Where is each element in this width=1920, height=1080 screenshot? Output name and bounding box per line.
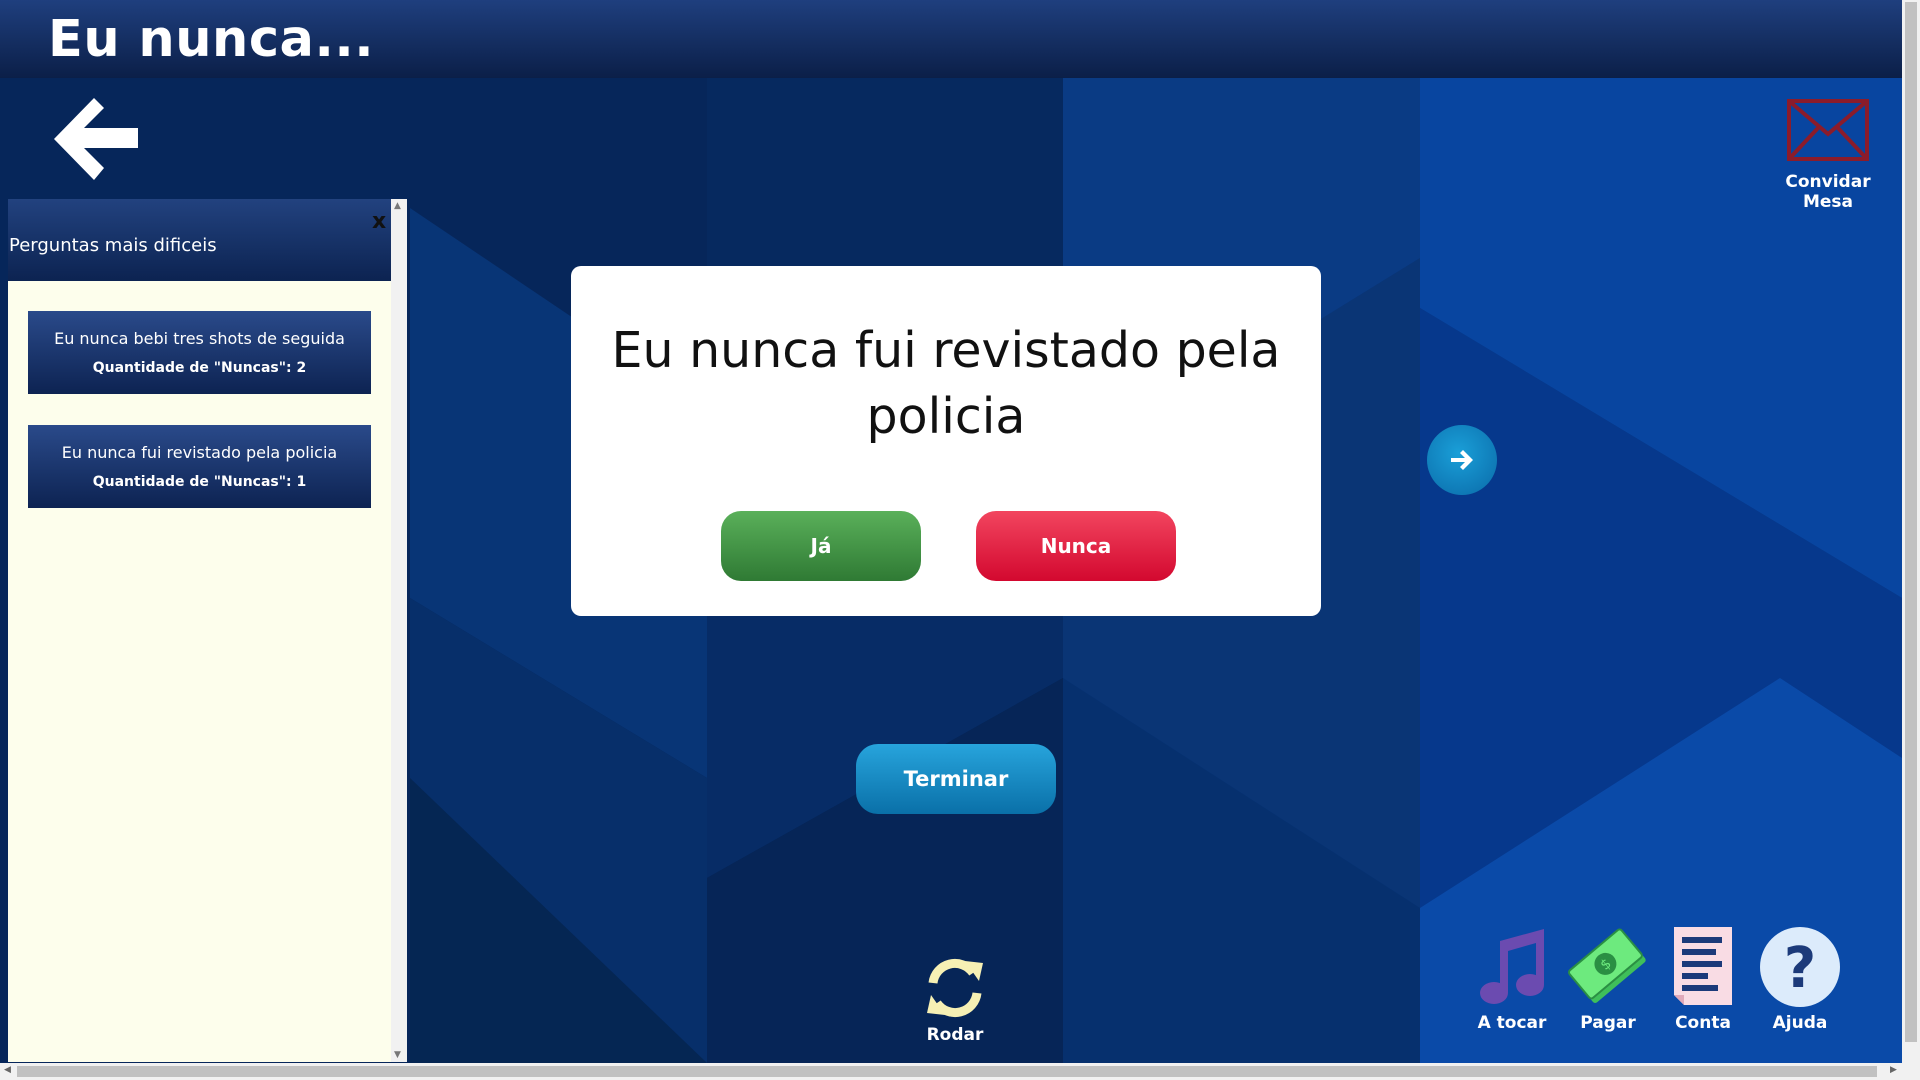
now-playing-button[interactable]: A tocar [1464, 925, 1560, 1033]
panel-scrollbar[interactable]: ▲ ▼ [391, 199, 407, 1062]
never-button[interactable]: Nunca [976, 511, 1176, 581]
app-header: Eu nunca... [0, 0, 1902, 78]
money-icon: $ [1568, 928, 1646, 1003]
spin-label: Rodar [926, 1025, 984, 1045]
invite-label: Convidar Mesa [1785, 172, 1871, 212]
next-button[interactable] [1427, 425, 1497, 495]
music-note-icon [1480, 929, 1544, 1004]
app-title: Eu nunca... [48, 10, 375, 69]
pay-label: Pagar [1580, 1013, 1636, 1033]
scroll-right-icon[interactable]: ▶ [1890, 1065, 1897, 1075]
page-vertical-scrollbar[interactable] [1902, 0, 1920, 1063]
close-icon[interactable]: x [372, 209, 386, 234]
bill-label: Conta [1675, 1013, 1731, 1033]
scroll-down-icon[interactable]: ▼ [394, 1050, 401, 1060]
arrow-left-icon [54, 98, 138, 180]
scrollbar-thumb[interactable] [17, 1066, 1877, 1077]
pay-button[interactable]: $ Pagar [1560, 925, 1656, 1033]
bill-button[interactable]: Conta [1655, 925, 1751, 1033]
svg-text:?: ? [1784, 936, 1816, 1001]
question-text: Eu nunca fui revistado pela policia [611, 322, 1281, 445]
card-count: Quantidade de "Nuncas": 1 [92, 474, 307, 490]
panel-header: Perguntas mais dificeis x [8, 199, 391, 281]
help-label: Ajuda [1772, 1013, 1828, 1033]
card-question: Eu nunca fui revistado pela policia [61, 443, 338, 462]
card-count: Quantidade de "Nuncas": 2 [92, 360, 307, 376]
scrollbar-thumb[interactable] [1905, 2, 1917, 1042]
now-playing-label: A tocar [1477, 1013, 1547, 1033]
question-icon: ? [1760, 927, 1840, 1007]
envelope-icon [1787, 99, 1869, 161]
panel-title: Perguntas mais dificeis [9, 235, 217, 256]
question-card[interactable]: Eu nunca fui revistado pela policia Quan… [28, 425, 371, 508]
question-modal: Eu nunca fui revistado pela policia Já N… [571, 266, 1321, 616]
help-button[interactable]: ? Ajuda [1752, 925, 1848, 1033]
page-horizontal-scrollbar[interactable]: ◀ ▶ [0, 1063, 1920, 1080]
receipt-icon [1674, 927, 1732, 1005]
yes-button[interactable]: Já [721, 511, 921, 581]
card-question: Eu nunca bebi tres shots de seguida [54, 329, 345, 348]
spin-button[interactable]: Rodar [900, 955, 1010, 1045]
scroll-up-icon[interactable]: ▲ [394, 201, 401, 211]
question-card[interactable]: Eu nunca bebi tres shots de seguida Quan… [28, 311, 371, 394]
scroll-left-icon[interactable]: ◀ [4, 1065, 11, 1075]
finish-button[interactable]: Terminar [856, 744, 1056, 814]
back-button[interactable] [52, 94, 142, 184]
refresh-icon [927, 959, 983, 1017]
invite-table-button[interactable]: Convidar Mesa [1760, 98, 1896, 212]
arrow-right-icon [1451, 450, 1473, 470]
hardest-questions-panel: Perguntas mais dificeis x Eu nunca bebi … [8, 199, 407, 1062]
